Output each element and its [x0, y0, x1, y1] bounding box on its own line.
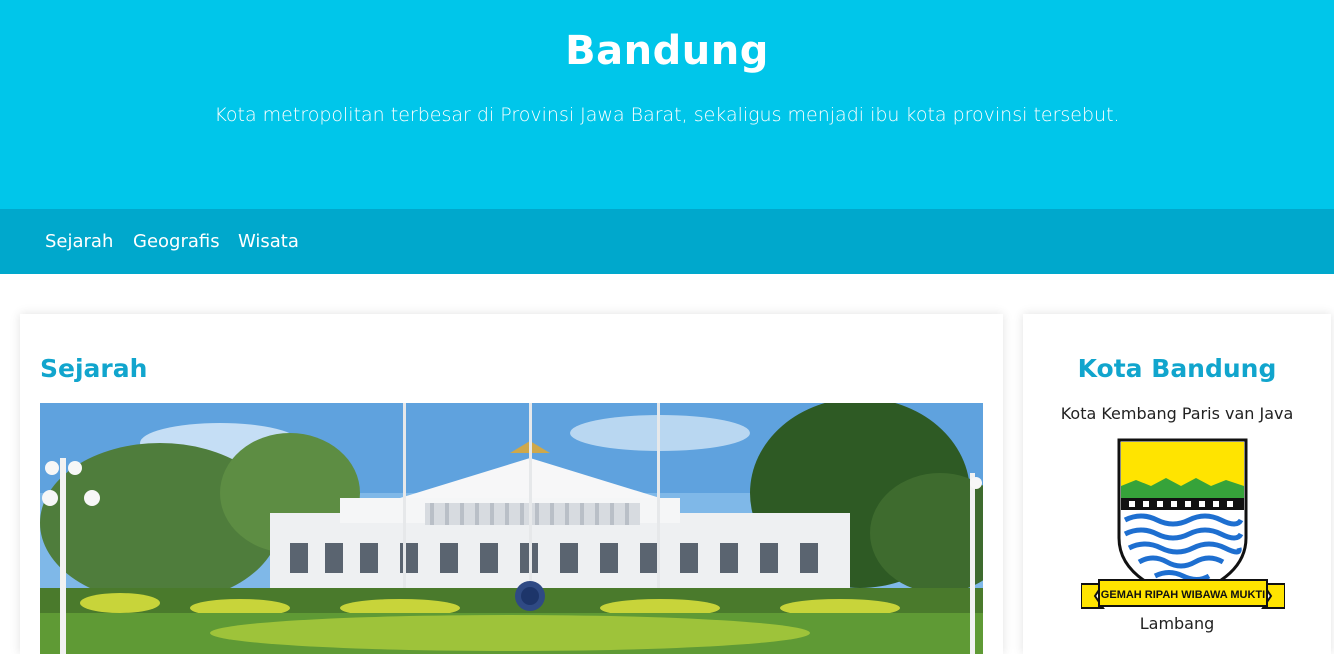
site-title: Bandung [565, 28, 769, 74]
gedung-sate-photo [40, 403, 983, 654]
main-nav: Sejarah Geografis Wisata [0, 209, 1334, 274]
nav-link-wisata[interactable]: Wisata [238, 231, 299, 252]
city-emblem: GEMAH RIPAH WIBAWA MUKTI [1080, 438, 1286, 612]
emblem-motto: GEMAH RIPAH WIBAWA MUKTI [1101, 589, 1265, 601]
site-subtitle: Kota metropolitan terbesar di Provinsi J… [214, 104, 1120, 126]
city-nickname: Kota Kembang Paris van Java [1060, 404, 1294, 423]
city-info-card: Kota Bandung Kota Kembang Paris van Java [1023, 314, 1331, 654]
nav-link-geografis[interactable]: Geografis [133, 231, 220, 252]
section-title: Sejarah [40, 354, 148, 383]
history-card: Sejarah [20, 314, 1003, 654]
nav-link-sejarah[interactable]: Sejarah [45, 231, 113, 252]
site-header: Bandung Kota metropolitan terbesar di Pr… [0, 0, 1334, 209]
emblem-caption: Lambang [1139, 614, 1215, 633]
city-title: Kota Bandung [1077, 354, 1277, 383]
